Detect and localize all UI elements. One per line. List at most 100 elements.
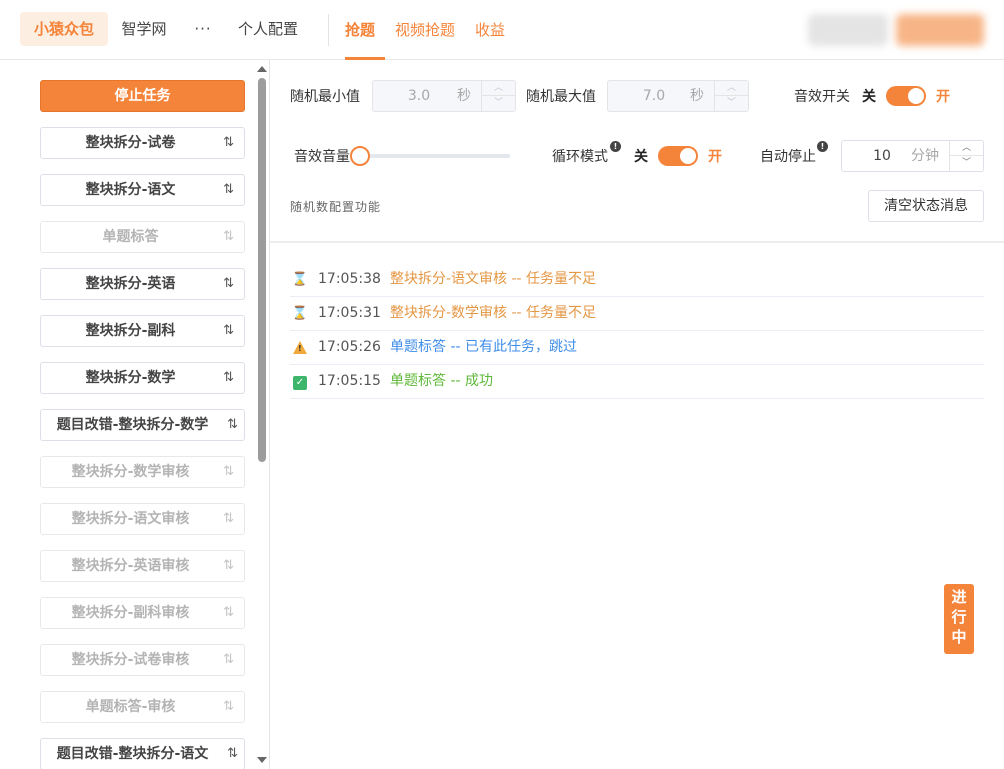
- auto-stop-value: 10: [873, 148, 891, 164]
- task-label: 整块拆分-英语审核: [71, 558, 190, 574]
- check-icon: ✓: [290, 365, 310, 398]
- scroll-down-arrow[interactable]: [257, 757, 267, 763]
- blurred-account-badge: [896, 14, 984, 46]
- info-icon[interactable]: !: [610, 141, 621, 152]
- chevron-up-icon[interactable]: ︿: [950, 141, 983, 156]
- sound-on-label: 开: [936, 89, 950, 105]
- app-tab-zhixue[interactable]: 智学网: [118, 12, 170, 46]
- log-row: ⌛ 17:05:38 整块拆分-语文审核 -- 任务量不足: [290, 263, 984, 297]
- log-message: 整块拆分-语文审核 -- 任务量不足: [390, 271, 597, 287]
- random-min-input[interactable]: 3.0 秒 ︿ ﹀: [372, 80, 516, 112]
- more-apps-button[interactable]: ···: [186, 12, 220, 46]
- task-label: 整块拆分-副科审核: [71, 605, 190, 621]
- sidebar-scrollbar-thumb[interactable]: [258, 78, 266, 462]
- chevron-up-icon[interactable]: ︿: [482, 81, 515, 96]
- auto-stop-unit: 分钟: [911, 148, 939, 164]
- task-button[interactable]: 整块拆分-试卷审核 ⇅: [40, 644, 245, 676]
- running-status-tag[interactable]: 进行中: [944, 584, 974, 654]
- random-max-unit: 秒: [690, 88, 704, 104]
- auto-stop-input[interactable]: 10 分钟 ︿ ﹀: [841, 140, 984, 172]
- top-bar: 小猿众包 智学网 ··· 个人配置 抢题 视频抢题 收益: [0, 0, 1004, 60]
- task-button[interactable]: 整块拆分-语文 ⇅: [40, 174, 245, 206]
- task-label: 题目改错-整块拆分-数学: [56, 417, 209, 433]
- task-label: 整块拆分-英语: [85, 276, 176, 292]
- task-button[interactable]: 整块拆分-副科 ⇅: [40, 315, 245, 347]
- random-min-value: 3.0: [407, 88, 431, 104]
- task-button[interactable]: 题目改错-整块拆分-语文 ⇅: [40, 738, 245, 769]
- task-label: 题目改错-整块拆分-语文: [56, 746, 209, 762]
- volume-slider-handle[interactable]: [350, 146, 370, 166]
- toggle-knob: [680, 148, 696, 164]
- log-row: ! 17:05:26 单题标答 -- 已有此任务，跳过: [290, 331, 984, 365]
- sort-icon: ⇅: [223, 370, 234, 385]
- random-min-stepper[interactable]: ︿ ﹀: [481, 81, 515, 111]
- task-label: 整块拆分-试卷: [85, 135, 176, 151]
- warning-icon: !: [290, 331, 310, 367]
- stop-task-button[interactable]: 停止任务: [40, 80, 245, 112]
- task-button[interactable]: 单题标答-审核 ⇅: [40, 691, 245, 723]
- loop-toggle[interactable]: [658, 146, 698, 166]
- loop-on-label: 开: [708, 149, 722, 165]
- task-label: 整块拆分-试卷审核: [71, 652, 190, 668]
- log-time: 17:05:26: [318, 339, 381, 355]
- tab-video-grab[interactable]: 视频抢题: [395, 0, 455, 60]
- app-tab-xiaoyuan[interactable]: 小猿众包: [20, 12, 108, 46]
- sort-icon: ⇅: [227, 417, 238, 432]
- task-sidebar: 停止任务 整块拆分-试卷 ⇅ 整块拆分-语文 ⇅ 单题标答 ⇅ 整块拆分-英语 ⇅ 整块…: [0, 60, 270, 769]
- chevron-down-icon[interactable]: ﹀: [482, 96, 515, 111]
- chevron-up-icon[interactable]: ︿: [715, 81, 748, 96]
- sort-icon: ⇅: [227, 746, 238, 761]
- sort-icon: ⇅: [223, 276, 234, 291]
- chevron-down-icon[interactable]: ﹀: [950, 156, 983, 171]
- sort-icon: ⇅: [223, 605, 234, 620]
- auto-stop-stepper[interactable]: ︿ ﹀: [949, 141, 983, 171]
- task-button[interactable]: 整块拆分-副科审核 ⇅: [40, 597, 245, 629]
- chevron-down-icon[interactable]: ﹀: [715, 96, 748, 111]
- nav-divider: [328, 14, 329, 46]
- sort-icon: ⇅: [223, 699, 234, 714]
- task-label: 整块拆分-数学审核: [71, 464, 190, 480]
- status-text: 进行中: [951, 588, 967, 646]
- task-button[interactable]: 整块拆分-试卷 ⇅: [40, 127, 245, 159]
- profile-settings-link[interactable]: 个人配置: [232, 12, 304, 46]
- info-icon[interactable]: !: [817, 141, 828, 152]
- task-label: 整块拆分-副科: [85, 323, 176, 339]
- task-button[interactable]: 整块拆分-语文审核 ⇅: [40, 503, 245, 535]
- random-min-unit: 秒: [457, 88, 471, 104]
- tab-earnings[interactable]: 收益: [475, 0, 505, 60]
- log-row: ⌛ 17:05:31 整块拆分-数学审核 -- 任务量不足: [290, 297, 984, 331]
- random-max-label: 随机最大值: [526, 89, 596, 105]
- task-label: 单题标答: [102, 229, 159, 245]
- sort-icon: ⇅: [223, 182, 234, 197]
- task-label: 单题标答-审核: [85, 699, 176, 715]
- log-time: 17:05:38: [318, 271, 381, 287]
- log-time: 17:05:15: [318, 373, 381, 389]
- hourglass-icon: ⌛: [291, 306, 309, 321]
- sort-icon: ⇅: [223, 511, 234, 526]
- log-message: 单题标答 -- 成功: [390, 373, 494, 389]
- log-message: 单题标答 -- 已有此任务，跳过: [390, 339, 578, 355]
- sort-icon: ⇅: [223, 464, 234, 479]
- clear-status-button[interactable]: 清空状态消息: [868, 190, 984, 222]
- scroll-up-arrow[interactable]: [257, 66, 267, 72]
- volume-slider-track[interactable]: [360, 154, 510, 158]
- sound-toggle[interactable]: [886, 86, 926, 106]
- task-button[interactable]: 整块拆分-数学审核 ⇅: [40, 456, 245, 488]
- sound-off-label: 关: [862, 89, 876, 105]
- sort-icon: ⇅: [223, 652, 234, 667]
- random-min-label: 随机最小值: [290, 89, 360, 105]
- task-button[interactable]: 整块拆分-英语审核 ⇅: [40, 550, 245, 582]
- blurred-account-info: [808, 14, 888, 46]
- task-button[interactable]: 整块拆分-数学 ⇅: [40, 362, 245, 394]
- log-time: 17:05:31: [318, 305, 381, 321]
- random-max-stepper[interactable]: ︿ ﹀: [714, 81, 748, 111]
- task-button[interactable]: 整块拆分-英语 ⇅: [40, 268, 245, 300]
- active-tab-indicator: [345, 57, 385, 60]
- loop-mode-label: 循环模式: [552, 149, 608, 165]
- random-max-input[interactable]: 7.0 秒 ︿ ﹀: [607, 80, 749, 112]
- task-button[interactable]: 单题标答 ⇅: [40, 221, 245, 253]
- task-button[interactable]: 题目改错-整块拆分-数学 ⇅: [40, 409, 245, 441]
- tab-grab[interactable]: 抢题: [345, 0, 375, 60]
- log-row: ✓ 17:05:15 单题标答 -- 成功: [290, 365, 984, 399]
- sound-switch-label: 音效开关: [794, 89, 850, 105]
